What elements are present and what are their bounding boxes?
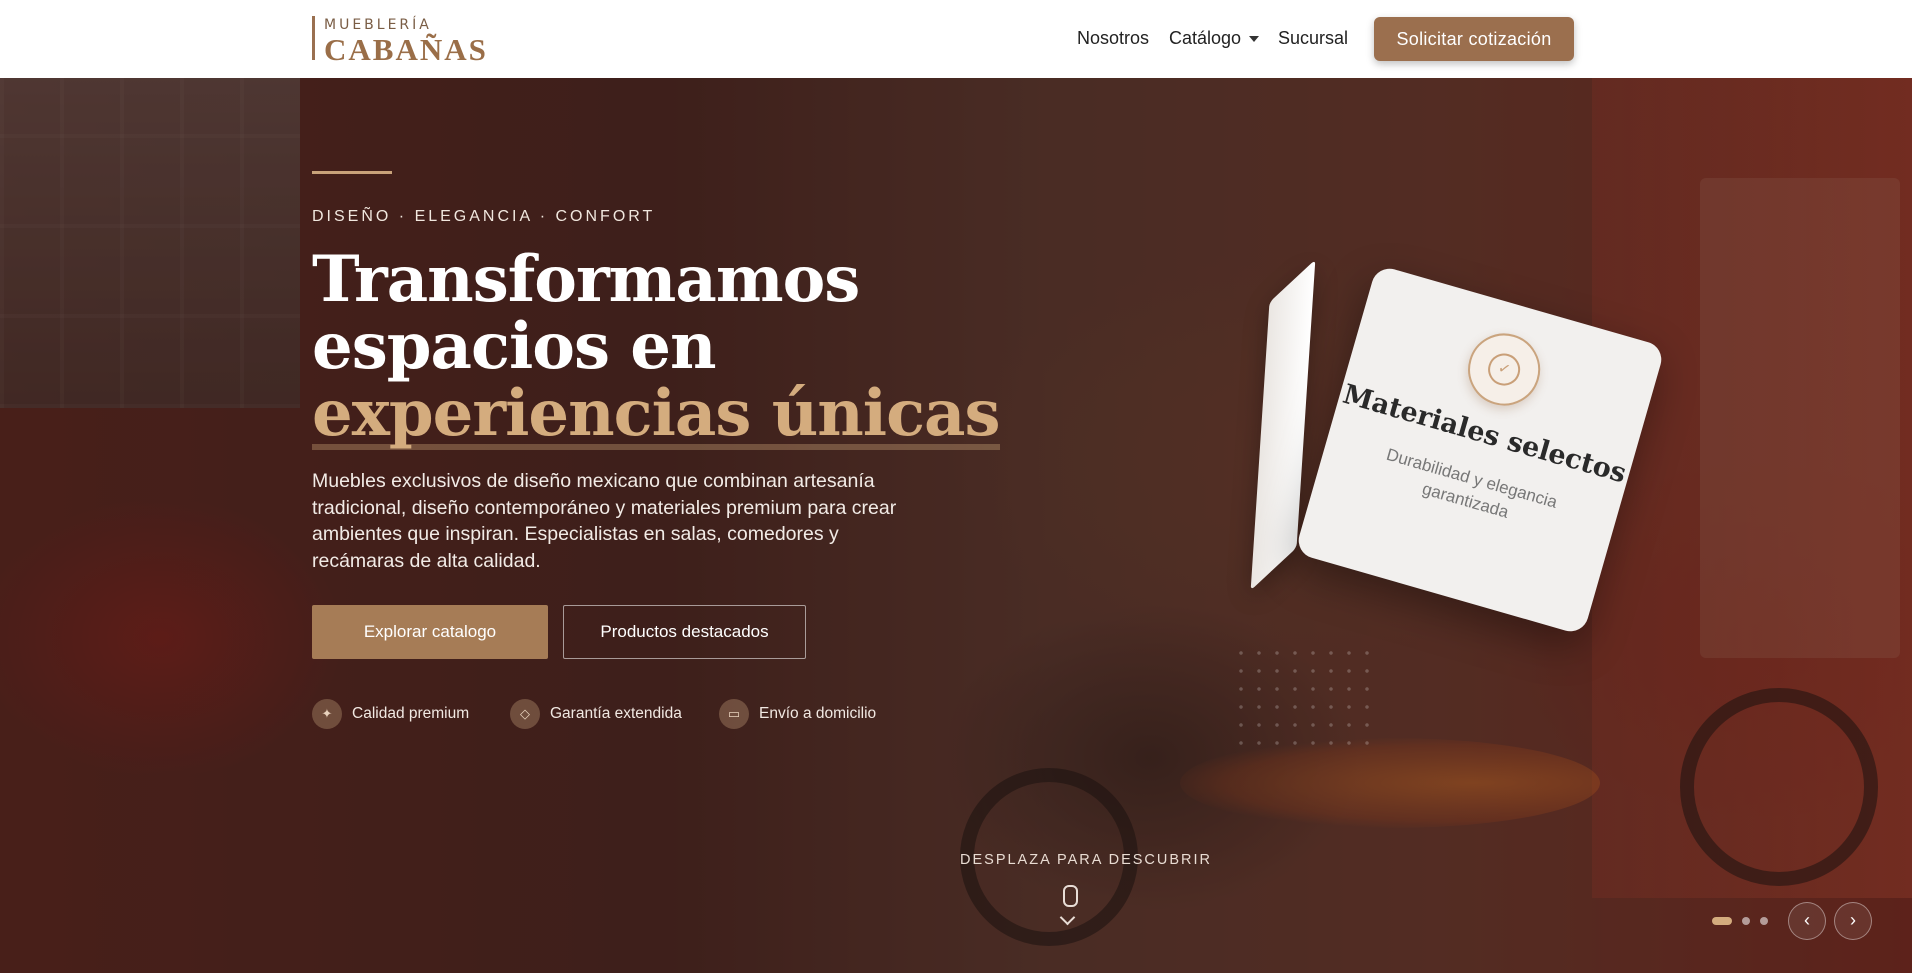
chevron-left-icon: ‹ xyxy=(1804,910,1810,930)
feature-label: Envío a domicilio xyxy=(759,705,877,722)
feature-home-delivery: ▭ Envío a domicilio xyxy=(719,699,876,729)
carousel-dot-2[interactable] xyxy=(1742,917,1750,925)
hero-headline-line1: Transformamos xyxy=(312,242,860,317)
chevron-down-icon xyxy=(1249,36,1260,43)
hero-overlay xyxy=(0,78,1912,973)
top-navbar: MUEBLERÍA CABAÑAS Nosotros Catálogo Sucu… xyxy=(0,0,1912,78)
nav-item-catalogo-label: Catálogo xyxy=(1169,28,1242,48)
hero-description: Muebles exclusivos de diseño mexicano qu… xyxy=(312,470,897,572)
truck-icon: ▭ xyxy=(719,699,749,729)
carousel-dot-3[interactable] xyxy=(1760,917,1768,925)
feature-extended-warranty: ◇ Garantía extendida xyxy=(510,699,682,729)
carousel-dot-1[interactable] xyxy=(1712,917,1732,925)
brand-logo-main: CABAÑAS xyxy=(324,32,488,67)
carousel-prev-button[interactable]: ‹ xyxy=(1788,902,1826,940)
sparkle-icon: ✦ xyxy=(312,699,342,729)
feature-label: Calidad premium xyxy=(352,705,470,722)
hero-headline-highlight: experiencias únicas xyxy=(312,376,1001,451)
chevron-right-icon: › xyxy=(1850,910,1856,930)
accent-line xyxy=(312,171,392,174)
hero-headline: Transformamos espacios en experiencias ú… xyxy=(312,246,1001,451)
feature-premium-quality: ✦ Calidad premium xyxy=(312,699,469,729)
brand-logo[interactable]: MUEBLERÍA CABAÑAS xyxy=(312,16,488,66)
nav-item-sucursal[interactable]: Sucursal xyxy=(1278,28,1348,49)
mouse-icon[interactable] xyxy=(1063,885,1078,907)
scroll-hint-label: DESPLAZA PARA DESCUBRIR xyxy=(960,852,1213,868)
feature-label: Garantía extendida xyxy=(550,705,682,722)
nav-item-catalogo[interactable]: Catálogo xyxy=(1169,28,1260,49)
shield-icon: ◇ xyxy=(510,699,540,729)
request-quote-button[interactable]: Solicitar cotización xyxy=(1374,17,1574,61)
hero-section xyxy=(0,78,1912,973)
hero-headline-line2: espacios en xyxy=(312,309,716,384)
explore-catalog-button[interactable]: Explorar catalogo xyxy=(312,605,548,659)
hero-eyebrow: DISEÑO · ELEGANCIA · CONFORT xyxy=(312,208,656,225)
featured-products-button[interactable]: Productos destacados xyxy=(563,605,806,659)
badge-check-icon: ✓ xyxy=(1459,325,1549,415)
dots-pattern xyxy=(1232,644,1372,754)
nav-item-nosotros[interactable]: Nosotros xyxy=(1077,28,1149,49)
carousel-next-button[interactable]: › xyxy=(1834,902,1872,940)
